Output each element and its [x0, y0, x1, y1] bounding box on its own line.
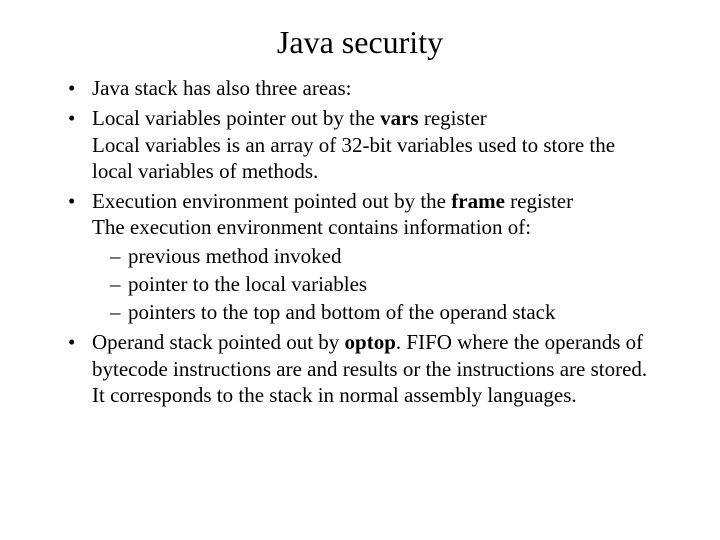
bold-term: frame: [451, 189, 505, 213]
list-item: • Java stack has also three areas:: [68, 75, 660, 101]
sub-text: pointer to the local variables: [128, 272, 367, 296]
bullet-text: Execution environment pointed out by the…: [92, 189, 573, 213]
sub-list: previous method invoked pointer to the l…: [92, 243, 660, 326]
list-item: • Execution environment pointed out by t…: [68, 188, 660, 325]
text-fragment: register: [419, 106, 487, 130]
bold-term: vars: [380, 106, 419, 130]
bold-term: optop: [345, 330, 396, 354]
text-fragment: register: [505, 189, 573, 213]
bullet-continuation: The execution environment contains infor…: [92, 214, 660, 240]
bullet-icon: •: [68, 329, 75, 355]
bullet-list: • Java stack has also three areas: • Loc…: [60, 75, 660, 408]
text-fragment: Local variables pointer out by the: [92, 106, 380, 130]
bullet-icon: •: [68, 75, 75, 101]
sub-text: previous method invoked: [128, 244, 341, 268]
text-fragment: Execution environment pointed out by the: [92, 189, 451, 213]
bullet-continuation: Local variables is an array of 32-bit va…: [92, 132, 660, 185]
text-fragment: Operand stack pointed out by: [92, 330, 345, 354]
sub-list-item: previous method invoked: [110, 243, 660, 269]
bullet-text: Local variables pointer out by the vars …: [92, 106, 487, 130]
sub-list-item: pointer to the local variables: [110, 271, 660, 297]
list-item: • Operand stack pointed out by optop. FI…: [68, 329, 660, 408]
sub-text: pointers to the top and bottom of the op…: [128, 300, 556, 324]
bullet-text: Operand stack pointed out by optop. FIFO…: [92, 330, 647, 407]
slide: Java security • Java stack has also thre…: [0, 0, 720, 540]
bullet-icon: •: [68, 188, 75, 214]
sub-list-item: pointers to the top and bottom of the op…: [110, 299, 660, 325]
bullet-text: Java stack has also three areas:: [92, 76, 351, 100]
page-title: Java security: [60, 24, 660, 61]
bullet-icon: •: [68, 105, 75, 131]
list-item: • Local variables pointer out by the var…: [68, 105, 660, 184]
